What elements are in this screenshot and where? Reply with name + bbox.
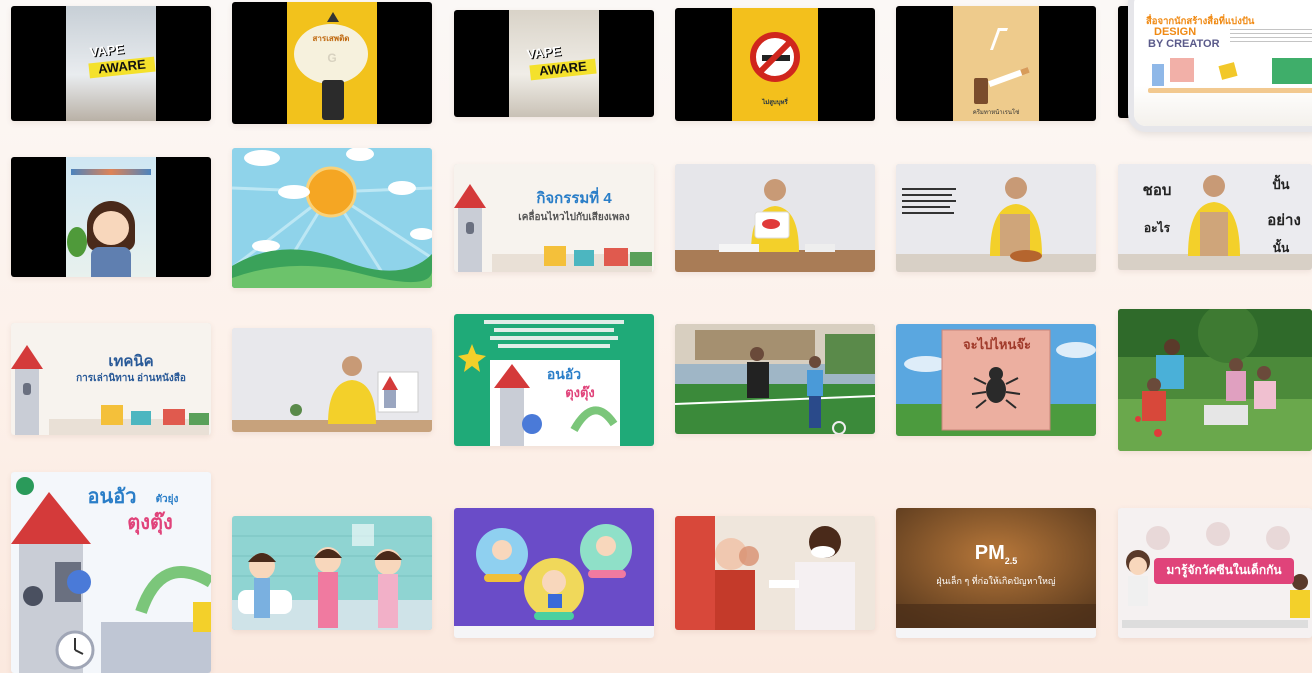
video-thumbnail [454,508,654,638]
video-card-no-smoking[interactable]: ไม่สูบบุหรี่ [675,8,875,121]
video-card-cartoon-girl[interactable] [11,157,211,277]
video-card-purple-cartoon[interactable] [454,508,654,638]
word-arai: อะไร [1143,221,1171,235]
video-card-pm25[interactable]: PM2.5 ฝุ่นเล็ก ๆ ที่ก่อให้เกิดปัญหาใหญ่ [896,508,1096,638]
technique-subtitle: การเล่านิทาน อ่านหนังสือ [76,373,186,384]
caption-text: ไม่สูบบุหรี่ [762,100,788,106]
no-smoking-icon [750,32,800,82]
vape-device-icon [322,80,344,120]
video-thumbnail [1118,309,1312,451]
pm-main: PM [974,542,1005,564]
video-thumbnail [232,516,432,630]
activity-subtitle: เคลื่อนไหวไปกับเสียงเพลง [518,212,630,223]
promo-book-1 [1152,64,1164,86]
video-card-vape-device[interactable]: สารเสพติด G [232,2,432,124]
video-thumbnail [232,328,432,432]
girl-body [91,247,131,277]
technique-title: เทคนิค [108,353,154,370]
caption-text: ครีมทาหน้าเรนโซ่ [972,110,1020,116]
girl-face [93,211,129,245]
promo-brand-line1: DESIGN [1154,26,1197,38]
video-card-teacher-1[interactable] [675,164,875,272]
promo-book-2 [1168,56,1196,84]
video-card-child-doctor[interactable] [675,516,875,630]
design-by-creator-promo[interactable]: สื่อจากนักสร้างสื่อที่แบ่งปัน DESIGN BY … [1128,0,1312,132]
pm-sub: 2.5 [1004,556,1018,566]
cover-title-small: ตัวยุ่ง [155,494,179,505]
video-card-bathroom-kids[interactable] [232,516,432,630]
video-card-teacher-3[interactable]: ชอบ อะไร ปั้น อย่าง นั้น [1118,164,1312,270]
video-card-vape-aware-2[interactable]: VAPE AWARE [454,10,654,117]
word-nan: นั้น [1272,241,1290,255]
book-title-b: ตุงตุ๊ง [565,385,595,400]
video-card-teacher-2[interactable] [896,164,1096,272]
video-thumbnail [675,164,875,272]
title-banner [71,169,151,175]
warning-icon [327,12,339,22]
video-card-onua-tungtung-book[interactable]: อนอัว ตุงตุ๊ง [454,314,654,446]
tree [67,227,87,257]
video-card-vape-aware-1[interactable]: VAPE AWARE [11,6,211,121]
video-card-storytelling-technique[interactable]: เทคนิค การเล่านิทาน อ่านหนังสือ [11,323,211,435]
label-text: สารเสพติด [312,34,350,43]
video-card-outdoor-school[interactable] [675,324,875,434]
video-thumbnail [896,164,1096,272]
vaccine-title: มารู้จักวัคซีนในเด็กกัน [1166,563,1282,577]
video-card-onua-tungtung-cover[interactable]: อนอัว ตัวยุ่ง ตุงตุ๊ง [11,472,211,673]
video-thumbnail [675,324,875,434]
video-card-kids-nature[interactable] [1118,309,1312,451]
pm-title: PM2.5 [896,542,1096,566]
lighter-icon [974,78,988,104]
video-thumbnail [675,516,875,630]
video-thumbnail [232,148,432,288]
video-card-sun-landscape[interactable] [232,148,432,288]
pm-caption: ฝุ่นเล็ก ๆ ที่ก่อให้เกิดปัญหาใหญ่ [936,576,1056,586]
book-title: จะไปไหนจ๊ะ [963,337,1031,352]
promo-desc-lines [1230,29,1312,43]
letter-g: G [327,51,337,65]
activity-title: กิจกรรมที่ 4 [536,190,612,207]
word-yang: อย่าง [1267,212,1301,229]
cover-title-a: อนอัว [87,486,137,508]
promo-brand-line2: BY CREATOR [1148,38,1220,50]
word-pan: ปั้น [1272,177,1290,192]
video-card-book-where-to[interactable]: จะไปไหนจ๊ะ [896,324,1096,436]
video-card-activity-4[interactable]: กิจกรรมที่ 4 เคลื่อนไหวไปกับเสียงเพลง [454,164,654,272]
video-thumbnail [896,508,1096,638]
word-chop: ชอบ [1142,182,1172,199]
video-card-vaccine[interactable]: มารู้จักวัคซีนในเด็กกัน [1118,508,1312,638]
promo-book-4 [1272,58,1312,84]
promo-shelf [1148,88,1312,93]
cover-title-b: ตุงตุ๊ง [127,512,173,534]
book-title-a: อนอัว [546,366,582,382]
video-thumbnail [953,6,1039,121]
video-card-teacher-reading[interactable] [232,328,432,432]
video-card-cigarette[interactable]: ครีมทาหน้าเรนโซ่ [896,6,1096,121]
